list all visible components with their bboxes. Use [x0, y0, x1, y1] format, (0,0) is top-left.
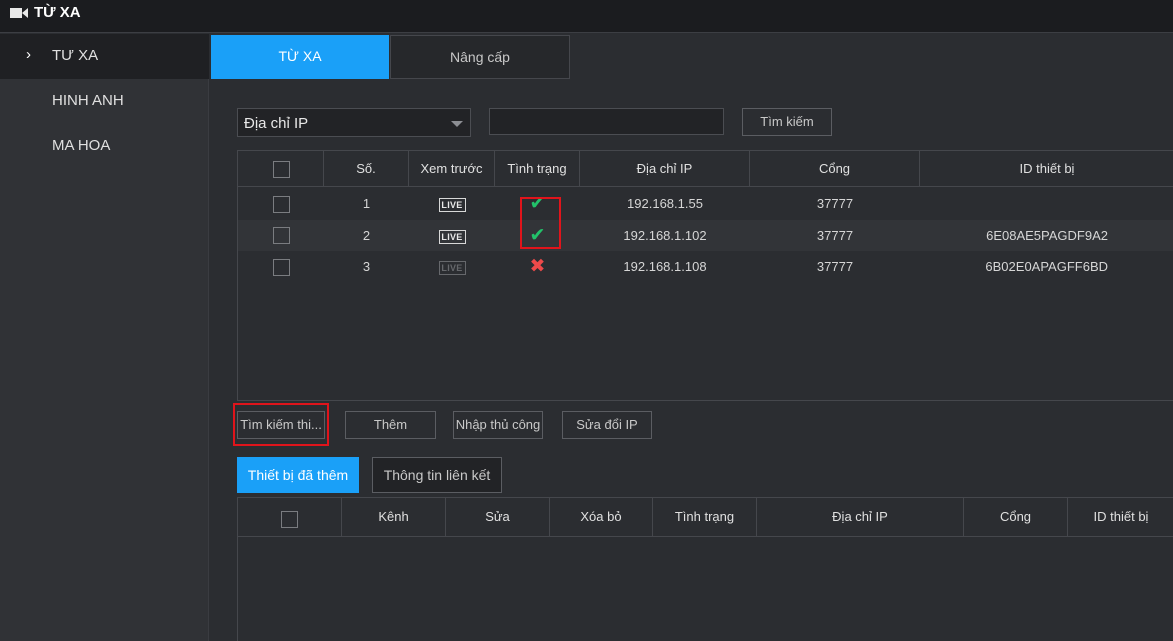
header-channel: Kênh: [342, 498, 446, 537]
row-checkbox[interactable]: [273, 196, 290, 213]
sidebar-item-label: HINH ANH: [52, 92, 124, 109]
chevron-right-icon: ›: [26, 46, 31, 63]
status-highlight-box: [520, 197, 561, 249]
search-input[interactable]: [489, 108, 724, 135]
header-preview: Xem trước: [409, 151, 495, 187]
header-device-id: ID thiết bị: [1093, 509, 1149, 524]
table-row[interactable]: 2 LIVE ✔ 192.168.1.102 37777 6E08AE5PAGD…: [238, 220, 1173, 251]
table-row[interactable]: 1 LIVE ✔ 192.168.1.55 37777: [238, 188, 1173, 219]
table-header: Kênh Sửa Xóa bỏ Tình trạng Địa chỉ IP Cổ…: [238, 497, 1173, 537]
live-icon: LIVE: [438, 261, 466, 275]
select-all-checkbox[interactable]: [281, 511, 298, 528]
search-filter-select[interactable]: Địa chỉ IP: [237, 108, 471, 137]
sidebar-item-label: TƯ XA: [52, 47, 99, 64]
header-no: Số.: [324, 151, 409, 187]
header-edit: Sửa: [446, 498, 550, 537]
live-icon: LIVE: [438, 198, 466, 212]
row-port: 37777: [816, 228, 854, 243]
header-status: Tình trạng: [653, 498, 757, 537]
status-offline-icon: ✖: [529, 256, 546, 277]
sidebar-item-remote[interactable]: › TƯ XA: [0, 34, 209, 79]
row-device-id: 6E08AE5PAGDF9A2: [986, 228, 1108, 243]
sidebar-item-encode[interactable]: MA HOA: [0, 124, 209, 169]
header-port: Cổng: [750, 151, 920, 187]
device-table: Số. Xem trước Tình trạng Địa chỉ IP Cổng…: [237, 150, 1173, 401]
modify-ip-button[interactable]: Sửa đổi IP: [562, 411, 652, 439]
added-device-table: Kênh Sửa Xóa bỏ Tình trạng Địa chỉ IP Cổ…: [237, 497, 1173, 641]
row-ip: 192.168.1.102: [623, 228, 707, 243]
manual-add-button[interactable]: Nhập thủ công: [453, 411, 543, 439]
chevron-down-icon: [451, 121, 463, 127]
header-select-all: [238, 151, 324, 187]
tab-link-info[interactable]: Thông tin liên kết: [372, 457, 502, 493]
tab-upgrade[interactable]: Nâng cấp: [390, 35, 570, 79]
live-preview-button[interactable]: LIVE: [409, 188, 495, 219]
table-header: Số. Xem trước Tình trạng Địa chỉ IP Cổng…: [238, 150, 1173, 187]
row-no: 1: [362, 196, 371, 211]
title-bar: TỪ XA: [0, 0, 1173, 33]
live-preview-button[interactable]: LIVE: [409, 220, 495, 251]
select-all-checkbox[interactable]: [273, 161, 290, 178]
row-port: 37777: [816, 196, 854, 211]
row-device-id: 6B02E0APAGFF6BD: [985, 259, 1108, 274]
header-port: Cổng: [964, 498, 1068, 537]
video-camera-icon: [10, 8, 28, 18]
header-delete: Xóa bỏ: [550, 498, 653, 537]
header-ip: Địa chỉ IP: [580, 151, 750, 187]
window-title: TỪ XA: [34, 4, 81, 21]
row-port: 37777: [816, 259, 854, 274]
row-ip: 192.168.1.108: [623, 259, 707, 274]
live-icon: LIVE: [438, 230, 466, 244]
header-select-all: [238, 498, 342, 537]
row-no: 2: [362, 228, 371, 243]
add-button[interactable]: Thêm: [345, 411, 436, 439]
table-row[interactable]: 3 LIVE ✖ 192.168.1.108 37777 6B02E0APAGF…: [238, 251, 1173, 282]
header-status: Tình trạng: [495, 151, 580, 187]
sidebar-item-image[interactable]: HINH ANH: [0, 79, 209, 124]
sidebar-item-label: MA HOA: [52, 137, 111, 154]
row-ip: 192.168.1.55: [627, 196, 703, 211]
search-button[interactable]: Tìm kiếm: [742, 108, 832, 136]
header-device-id: ID thiết bị: [1019, 161, 1075, 176]
row-checkbox[interactable]: [273, 259, 290, 276]
row-device-id: [920, 188, 1173, 219]
tab-added-devices[interactable]: Thiết bị đã thêm: [237, 457, 359, 493]
live-preview-button[interactable]: LIVE: [409, 251, 495, 282]
row-no: 3: [362, 259, 371, 274]
header-ip: Địa chỉ IP: [757, 498, 964, 537]
tab-remote[interactable]: TỪ XA: [211, 35, 389, 79]
select-value: Địa chỉ IP: [244, 115, 309, 132]
row-checkbox[interactable]: [273, 227, 290, 244]
sidebar: › TƯ XA HINH ANH MA HOA: [0, 34, 209, 641]
search-device-highlight-box: [233, 403, 329, 446]
